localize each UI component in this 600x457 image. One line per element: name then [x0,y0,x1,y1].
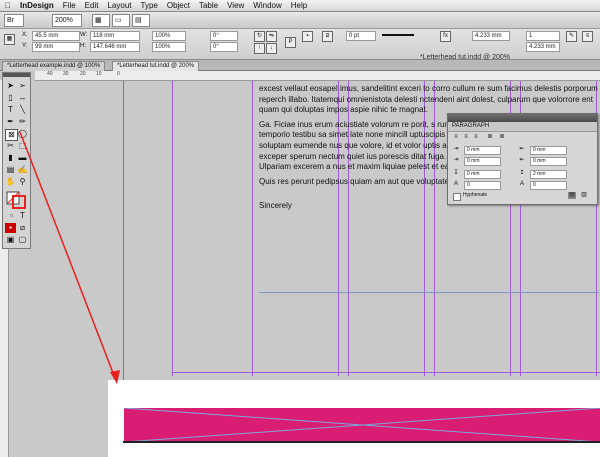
annotation-arrow [19,131,120,384]
